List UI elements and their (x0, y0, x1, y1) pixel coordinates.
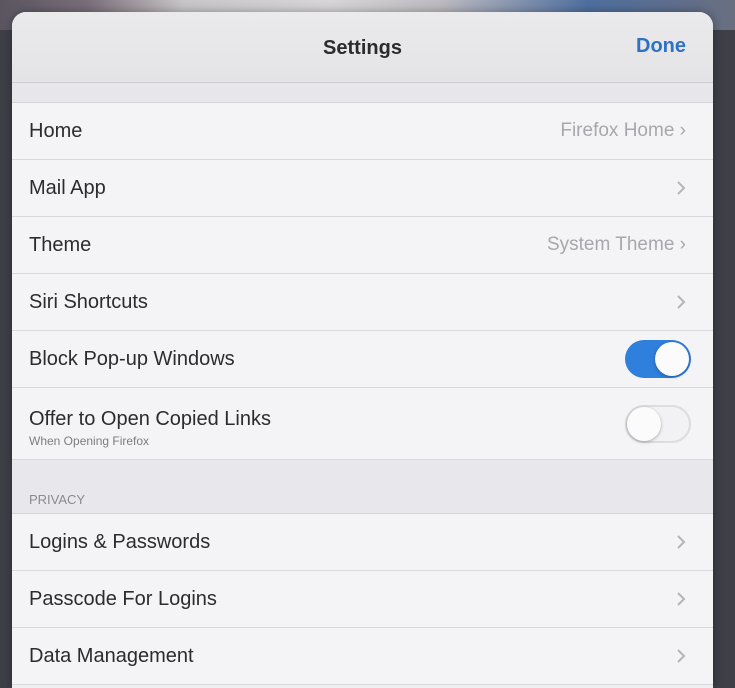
settings-row-theme[interactable]: Theme System Theme › (12, 217, 713, 274)
settings-row-data-management[interactable]: Data Management (12, 628, 713, 685)
settings-sheet: Settings Done Home Firefox Home › Mail A… (12, 12, 713, 688)
row-label: Data Management (29, 644, 194, 667)
chevron-right-icon (674, 588, 688, 610)
chevron-right-icon (674, 645, 688, 667)
page-title: Settings (323, 37, 402, 59)
settings-row-logins-passwords[interactable]: Logins & Passwords (12, 514, 713, 571)
row-label: Mail App (29, 176, 106, 199)
row-detail-value: Firefox Home › (560, 120, 686, 141)
block-popups-toggle[interactable] (625, 340, 691, 378)
row-label: Offer to Open Copied Links (29, 408, 271, 430)
settings-row-mail-app[interactable]: Mail App (12, 160, 713, 217)
settings-row-siri-shortcuts[interactable]: Siri Shortcuts (12, 274, 713, 331)
row-label: Theme (29, 233, 92, 256)
section-header-privacy: PRIVACY (12, 460, 713, 514)
toggle-knob (655, 342, 689, 376)
row-detail-value: System Theme › (546, 234, 686, 255)
settings-row-block-popups: Block Pop-up Windows (12, 331, 713, 388)
settings-row-passcode-logins[interactable]: Passcode For Logins (12, 571, 713, 628)
row-label: Siri Shortcuts (29, 290, 148, 313)
chevron-right-icon (674, 531, 688, 553)
row-label: Block Pop-up Windows (29, 347, 235, 370)
settings-row-home[interactable]: Home Firefox Home › (12, 103, 713, 160)
open-copied-links-toggle[interactable] (625, 404, 691, 443)
section-spacer (12, 83, 713, 103)
row-subtitle: When Opening Firefox (29, 434, 150, 448)
done-button[interactable]: Done (636, 35, 686, 58)
chevron-right-icon (674, 291, 688, 313)
row-label: Logins & Passwords (29, 530, 211, 553)
chevron-right-icon (674, 177, 688, 199)
section-header-label: PRIVACY (29, 492, 86, 507)
settings-row-open-copied-links: Offer to Open Copied Links When Opening … (12, 388, 713, 460)
row-label: Passcode For Logins (29, 587, 217, 610)
row-label: Home (29, 119, 83, 142)
navigation-bar: Settings Done (12, 12, 713, 83)
toggle-knob (627, 406, 661, 441)
